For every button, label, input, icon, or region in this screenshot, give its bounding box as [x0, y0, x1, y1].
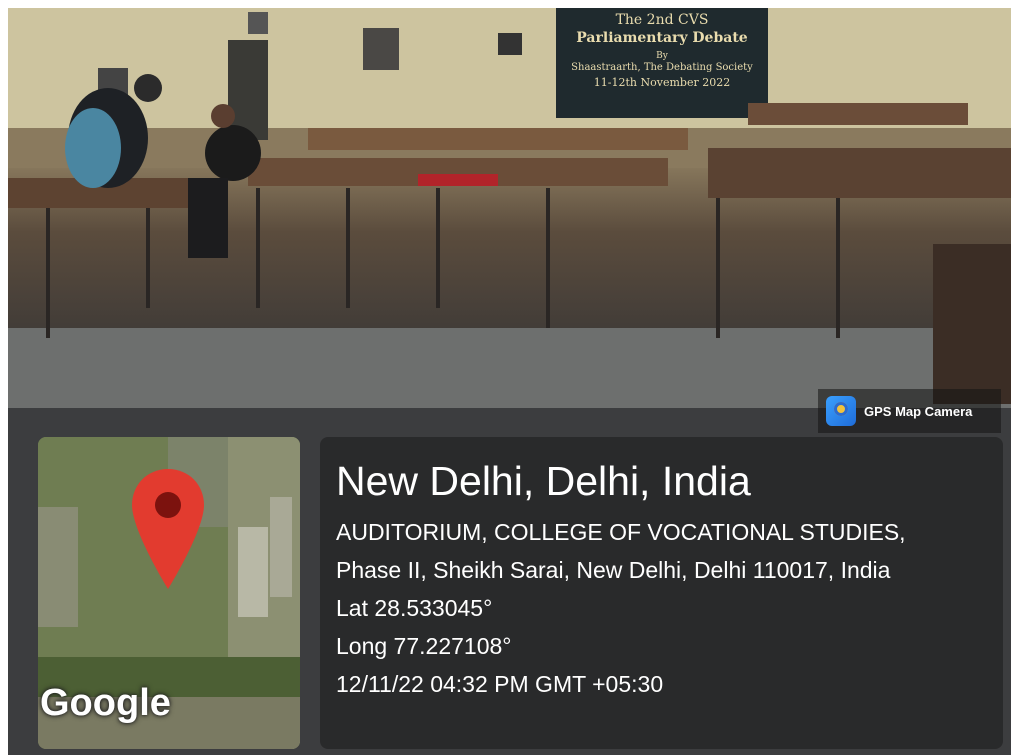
banner-line1: The 2nd CVS — [616, 12, 709, 28]
latitude-text: Lat 28.533045° — [336, 595, 493, 621]
auditorium-photo: The 2nd CVS Parliamentary Debate By Shaa… — [8, 8, 1011, 755]
location-map-thumbnail: Google — [38, 437, 300, 749]
banner-line4: Shaastraarth, The Debating Society — [571, 62, 753, 73]
banner-line2: Parliamentary Debate — [576, 30, 748, 46]
location-title: New Delhi, Delhi, India — [336, 458, 751, 504]
banner-line5: 11-12th November 2022 — [594, 76, 730, 89]
gps-app-name: GPS Map Camera — [864, 403, 973, 419]
google-map-logo: Google — [40, 682, 171, 724]
address-line2: Phase II, Sheikh Sarai, New Delhi, Delhi… — [336, 557, 891, 583]
timestamp-text: 12/11/22 04:32 PM GMT +05:30 — [336, 671, 664, 697]
banner-line3: By — [656, 51, 669, 61]
gps-map-camera-badge: GPS Map Camera — [818, 389, 1001, 433]
location-info-panel: New Delhi, Delhi, India AUDITORIUM, COLL… — [320, 437, 1003, 749]
location-pin-icon — [132, 469, 204, 589]
gps-map-camera-icon — [826, 396, 856, 426]
address-line1: AUDITORIUM, COLLEGE OF VOCATIONAL STUDIE… — [336, 519, 906, 545]
longitude-text: Long 77.227108° — [336, 633, 512, 659]
